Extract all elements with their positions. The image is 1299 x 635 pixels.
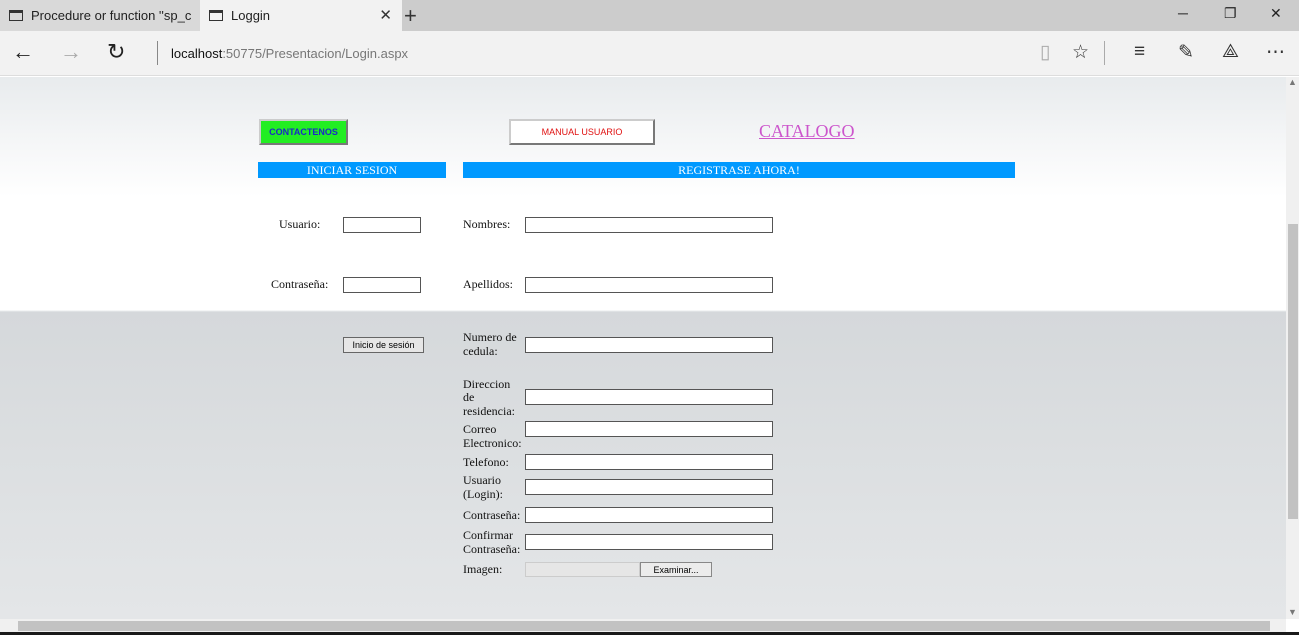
register-header: REGISTRASE AHORA! [463,162,1015,178]
tab-loggin[interactable]: Loggin ✕ [200,0,402,31]
more-icon[interactable]: ⋯ [1266,41,1285,64]
browse-button[interactable]: Examinar... [640,562,712,577]
reg-correo-input[interactable] [525,421,773,437]
reg-nombres-input[interactable] [525,217,773,233]
reg-confirm-label: Confirmar [463,528,513,542]
vertical-scrollbar[interactable]: ▲ ▼ [1286,77,1299,619]
close-tab-icon[interactable]: ✕ [379,6,392,24]
reg-correo-label: Correo [463,422,497,436]
page-icon [9,10,23,21]
reg-confirm-input[interactable] [525,534,773,550]
reg-cedula-label: cedula: [463,344,498,358]
login-user-label: Usuario: [279,217,321,231]
new-tab-icon[interactable]: + [404,3,417,29]
toolbar-separator [1104,41,1105,65]
reg-password-input[interactable] [525,507,773,523]
restore-icon[interactable]: ❐ [1224,5,1237,22]
login-button[interactable]: Inicio de sesión [343,337,424,353]
favorite-star-icon[interactable]: ☆ [1072,41,1089,64]
login-user-input[interactable] [343,217,421,233]
reg-correo-label: Electronico: [463,436,522,450]
page-icon [209,10,223,21]
reg-confirm-label: Contraseña: [463,542,521,556]
forward-icon[interactable]: → [60,39,82,65]
address-host: localhost [171,46,223,61]
login-password-input[interactable] [343,277,421,293]
reg-usuario-label: (Login): [463,487,503,501]
horizontal-scrollbar[interactable] [0,619,1286,632]
scroll-down-icon[interactable]: ▼ [1288,607,1297,617]
reg-apellidos-label: Apellidos: [463,277,513,291]
navigation-bar: ← → ↻ localhost:50775/Presentacion/Login… [0,31,1299,76]
login-header: INICIAR SESION [258,162,446,178]
reg-apellidos-input[interactable] [525,277,773,293]
file-path-field[interactable] [525,562,640,577]
vertical-scroll-thumb[interactable] [1288,224,1298,519]
tab-procedure[interactable]: Procedure or function ''sp_c [0,0,200,31]
web-note-icon[interactable]: ✎ [1178,41,1194,64]
share-icon[interactable]: ⟁ [1222,41,1239,63]
reg-password-label: Contraseña: [463,508,521,522]
reg-usuario-label: Usuario [463,473,501,487]
reg-cedula-input[interactable] [525,337,773,353]
hub-icon[interactable]: ≡ [1134,41,1145,63]
reg-direccion-input[interactable] [525,389,773,405]
reg-telefono-label: Telefono: [463,455,509,469]
reg-imagen-label: Imagen: [463,562,503,576]
tab-title: Loggin [231,8,271,23]
login-password-label: Contraseña: [271,277,329,291]
manual-button[interactable]: MANUAL USUARIO [509,119,655,145]
reg-direccion-label: de [463,390,475,404]
reading-view-icon[interactable]: ▯ [1040,41,1050,64]
page-viewport: CONTACTENOS MANUAL USUARIO CATALOGO INIC… [0,77,1286,619]
scroll-up-icon[interactable]: ▲ [1288,77,1297,87]
reg-direccion-label: residencia: [463,404,515,418]
reg-cedula-label: Numero de [463,330,517,344]
tab-bar: Procedure or function ''sp_c Loggin ✕ + … [0,0,1299,31]
refresh-icon[interactable]: ↻ [107,39,125,65]
close-window-icon[interactable]: ✕ [1270,5,1282,22]
reg-telefono-input[interactable] [525,454,773,470]
minimize-icon[interactable]: ─ [1178,5,1188,21]
address-separator [157,41,158,65]
tab-title: Procedure or function ''sp_c [31,8,191,23]
contact-button[interactable]: CONTACTENOS [259,119,348,145]
horizontal-scroll-thumb[interactable] [18,621,1270,631]
reg-usuario-input[interactable] [525,479,773,495]
address-bar[interactable]: localhost:50775/Presentacion/Login.aspx [171,46,408,61]
catalog-link[interactable]: CATALOGO [759,121,855,142]
address-path: :50775/Presentacion/Login.aspx [222,46,409,61]
reg-nombres-label: Nombres: [463,217,511,231]
back-icon[interactable]: ← [12,39,34,65]
